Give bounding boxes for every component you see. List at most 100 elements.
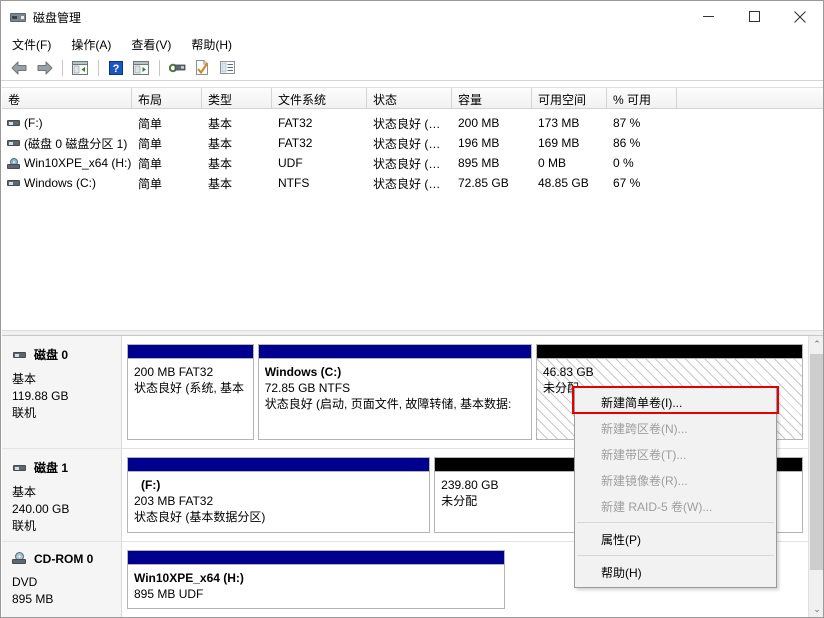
cell-volume: (磁盘 0 磁盘分区 1) <box>24 136 128 151</box>
scroll-up-arrow[interactable]: ⌃ <box>809 336 823 353</box>
hdd-volume-icon <box>6 136 22 150</box>
partition-size: 46.83 GB <box>542 365 594 379</box>
partition-windows-c[interactable]: Windows (C:) 72.85 GB NTFS 状态良好 (启动, 页面文… <box>257 344 532 440</box>
volume-list-header: 卷 布局 类型 文件系统 状态 容量 可用空间 % 可用 <box>2 87 823 109</box>
context-menu-separator <box>577 555 774 556</box>
disk-title-1: 磁盘 1 <box>12 459 121 476</box>
cell-status: 状态良好 (… <box>373 136 441 151</box>
cell-capacity: 895 MB <box>458 156 500 170</box>
disk-management-icon <box>10 9 26 25</box>
cell-percent-free: 67 % <box>613 176 641 190</box>
graphical-view-scrollbar[interactable]: ⌃ ⌄ <box>808 336 823 617</box>
partition-cdrom-h[interactable]: Win10XPE_x64 (H:) 895 MB UDF <box>127 550 505 609</box>
context-menu-separator <box>577 522 774 523</box>
cell-free-space: 169 MB <box>538 136 580 150</box>
partition-bar <box>128 551 504 565</box>
scroll-down-arrow[interactable]: ⌄ <box>809 601 823 617</box>
partition-bar <box>128 458 430 472</box>
context-menu: 新建简单卷(I)... 新建跨区卷(N)... 新建带区卷(T)... 新建镜像… <box>574 386 777 588</box>
cell-volume: (F:) <box>24 116 43 130</box>
rescan-disks-icon[interactable] <box>165 57 189 79</box>
ctx-new-raid5-volume[interactable]: 新建 RAID-5 卷(W)... <box>575 493 776 519</box>
column-header-volume[interactable]: 卷 <box>2 88 132 108</box>
partition-size: 200 MB FAT32 <box>134 365 214 379</box>
column-header-filesystem[interactable]: 文件系统 <box>272 88 367 108</box>
toolbar-separator <box>62 59 63 76</box>
disk-type: 基本 <box>12 485 37 499</box>
partition-bar <box>128 345 253 359</box>
cell-percent-free: 87 % <box>613 116 641 130</box>
cell-filesystem: NTFS <box>278 176 310 190</box>
close-button[interactable] <box>777 1 823 32</box>
cell-layout: 简单 <box>138 136 163 151</box>
cell-volume: Win10XPE_x64 (H:) <box>24 156 132 170</box>
cell-type: 基本 <box>208 176 233 191</box>
disk-name: CD-ROM 0 <box>34 552 94 566</box>
table-row[interactable]: (F:) 简单 基本 FAT32 状态良好 (… 200 MB 173 MB 8… <box>2 113 823 133</box>
column-header-percent-free[interactable]: % 可用 <box>607 88 677 108</box>
cell-status: 状态良好 (… <box>373 176 441 191</box>
cell-type: 基本 <box>208 156 233 171</box>
menu-action[interactable]: 操作(A) <box>69 34 120 55</box>
ctx-new-spanned-volume[interactable]: 新建跨区卷(N)... <box>575 415 776 441</box>
table-row[interactable]: Win10XPE_x64 (H:) 简单 基本 UDF 状态良好 (… 895 … <box>2 153 823 173</box>
column-header-blank[interactable] <box>677 88 823 108</box>
disk-info-0[interactable]: 磁盘 0 基本 119.88 GB 联机 <box>2 336 122 448</box>
disk-info-cdrom0[interactable]: CD-ROM 0 DVD 895 MB <box>2 542 122 617</box>
forward-icon[interactable] <box>32 57 56 79</box>
disk-info-1[interactable]: 磁盘 1 基本 240.00 GB 联机 <box>2 449 122 541</box>
ctx-properties[interactable]: 属性(P) <box>575 526 776 552</box>
cdrom-volume-icon <box>6 156 22 170</box>
cell-filesystem: FAT32 <box>278 116 313 130</box>
help-icon[interactable]: ? <box>104 57 128 79</box>
partition-bar <box>536 345 802 359</box>
partition-f-drive[interactable]: (F:) 203 MB FAT32 状态良好 (基本数据分区) <box>127 457 431 533</box>
ctx-new-mirrored-volume[interactable]: 新建镜像卷(R)... <box>575 467 776 493</box>
cell-layout: 简单 <box>138 156 163 171</box>
menu-help[interactable]: 帮助(H) <box>189 34 241 55</box>
cell-free-space: 48.85 GB <box>538 176 589 190</box>
cell-type: 基本 <box>208 136 233 151</box>
hdd-volume-icon <box>6 176 22 190</box>
column-header-layout[interactable]: 布局 <box>132 88 202 108</box>
cell-volume: Windows (C:) <box>24 176 97 190</box>
cell-filesystem: UDF <box>278 156 303 170</box>
partition-system-reserved[interactable]: 200 MB FAT32 状态良好 (系统, 基本 <box>127 344 254 440</box>
cell-type: 基本 <box>208 116 233 131</box>
column-header-status[interactable]: 状态 <box>367 88 452 108</box>
disk-size: 240.00 GB <box>12 502 70 516</box>
cell-capacity: 72.85 GB <box>458 176 509 190</box>
table-row[interactable]: Windows (C:) 简单 基本 NTFS 状态良好 (… 72.85 GB… <box>2 173 823 193</box>
svg-text:?: ? <box>113 63 120 75</box>
scrollbar-thumb[interactable] <box>810 354 823 570</box>
table-row[interactable]: (磁盘 0 磁盘分区 1) 简单 基本 FAT32 状态良好 (… 196 MB… <box>2 133 823 153</box>
partition-size: 895 MB UDF <box>134 587 204 601</box>
all-tasks-icon[interactable] <box>215 57 239 79</box>
hdd-icon <box>12 462 28 474</box>
show-hide-action-pane-icon[interactable] <box>129 57 153 79</box>
menu-view[interactable]: 查看(V) <box>129 34 180 55</box>
disk-name: 磁盘 0 <box>34 348 69 362</box>
ctx-new-simple-volume[interactable]: 新建简单卷(I)... <box>575 389 776 415</box>
properties-icon[interactable] <box>190 57 214 79</box>
cell-percent-free: 0 % <box>613 156 634 170</box>
column-header-free-space[interactable]: 可用空间 <box>532 88 607 108</box>
column-header-type[interactable]: 类型 <box>202 88 272 108</box>
ctx-new-striped-volume[interactable]: 新建带区卷(T)... <box>575 441 776 467</box>
back-icon[interactable] <box>7 57 31 79</box>
cell-free-space: 0 MB <box>538 156 567 170</box>
maximize-button[interactable] <box>731 1 777 32</box>
hdd-icon <box>12 349 28 361</box>
window-title: 磁盘管理 <box>33 10 82 25</box>
menu-file[interactable]: 文件(F) <box>10 34 60 55</box>
show-hide-console-tree-icon[interactable] <box>68 57 92 79</box>
ctx-help[interactable]: 帮助(H) <box>575 559 776 585</box>
toolbar-separator <box>98 59 99 76</box>
column-header-capacity[interactable]: 容量 <box>452 88 532 108</box>
disk-title-cdrom0: CD-ROM 0 <box>12 552 121 566</box>
toolbar-separator <box>159 59 160 76</box>
partition-status: 状态良好 (基本数据分区) <box>134 510 266 524</box>
minimize-button[interactable] <box>685 1 731 32</box>
window-controls <box>685 1 823 33</box>
cell-status: 状态良好 (… <box>373 156 441 171</box>
